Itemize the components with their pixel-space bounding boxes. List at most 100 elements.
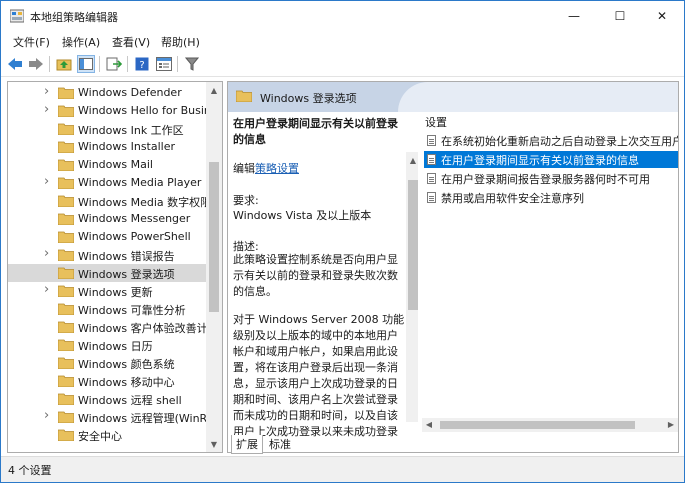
arrow-right-icon: [29, 58, 43, 70]
tree-item-label: Windows Installer: [78, 140, 176, 153]
tree-scroll-thumb[interactable]: [209, 162, 219, 312]
requirements-value: Windows Vista 及以上版本: [233, 209, 372, 222]
title-bar: 本地组策略编辑器 — ☐ ✕: [1, 1, 684, 31]
tree-scrollbar[interactable]: ▲ ▼: [206, 82, 222, 452]
menu-action[interactable]: 操作(A): [62, 34, 100, 50]
folder-icon: [58, 231, 74, 243]
tree-item[interactable]: Windows PowerShell: [8, 228, 206, 246]
tree-item[interactable]: Windows Mail: [8, 156, 206, 174]
minimize-button[interactable]: —: [552, 1, 596, 31]
svg-text:?: ?: [139, 60, 144, 71]
tree-item[interactable]: Windows Ink 工作区: [8, 120, 206, 138]
back-button[interactable]: [6, 55, 24, 73]
folder-up-icon: [56, 59, 72, 71]
chevron-right-icon[interactable]: ›: [44, 102, 49, 117]
tree-panel: › Windows Defender › Windows Hello for Busi…: [7, 81, 223, 453]
toolbar-separator: [177, 56, 178, 72]
edit-policy-line: 编辑策略设置: [233, 160, 299, 176]
folder-icon: [58, 177, 74, 189]
maximize-button[interactable]: ☐: [598, 1, 642, 31]
gpedit-app-icon: [10, 9, 24, 23]
status-bar: 4 个设置: [1, 456, 684, 482]
tree-item-label: Windows 远程 shell: [78, 394, 182, 407]
policy-setting-icon: [427, 154, 436, 165]
tree-item[interactable]: › Windows Defender: [8, 84, 206, 102]
tree-item[interactable]: Windows 可靠性分析: [8, 300, 206, 318]
settings-hscrollbar[interactable]: ◀ ▶: [422, 418, 678, 432]
policy-title: 在用户登录期间显示有关以前登录的信息: [233, 117, 398, 146]
settings-list: 设置 在系统初始化重新启动之后自动登录上次交互用户 在用户登录期间显示有关以前登录…: [422, 112, 678, 452]
tree-item[interactable]: Windows 移动中心: [8, 372, 206, 390]
forward-button[interactable]: [27, 55, 45, 73]
tree-item[interactable]: Windows 客户体验改善计划: [8, 318, 206, 336]
chevron-right-icon[interactable]: ›: [44, 246, 49, 261]
requirements-label: 要求:: [233, 194, 259, 207]
folder-icon: [58, 357, 74, 369]
tree-item[interactable]: Windows 日历: [8, 336, 206, 354]
tree-item-label: Windows Hello for Business: [78, 104, 206, 117]
show-tree-button[interactable]: [77, 55, 95, 73]
tree-item-label: Windows PowerShell: [78, 230, 191, 243]
setting-row[interactable]: 在系统初始化重新启动之后自动登录上次交互用户: [424, 132, 678, 149]
tree-item-label: Windows 日历: [78, 340, 153, 353]
folder-icon: [58, 429, 74, 441]
chevron-right-icon[interactable]: ›: [44, 174, 49, 189]
filter-button[interactable]: [183, 55, 201, 73]
description-scrollbar[interactable]: ▲: [406, 152, 418, 422]
tree-item[interactable]: Windows 登录选项: [8, 264, 206, 282]
tree-item[interactable]: Windows Media 数字权限管理: [8, 192, 206, 210]
menu-view[interactable]: 查看(V): [112, 34, 150, 50]
tree-item-label: Windows 可靠性分析: [78, 304, 186, 317]
scroll-left-arrow-icon[interactable]: ◀: [422, 417, 436, 431]
folder-icon: [58, 159, 74, 171]
scroll-up-arrow-icon[interactable]: ▲: [206, 82, 222, 98]
description-scroll-thumb[interactable]: [408, 180, 418, 310]
settings-column-header[interactable]: 设置: [425, 114, 447, 130]
folder-icon: [58, 267, 74, 279]
toolbar: ?: [1, 51, 684, 77]
tab-extended[interactable]: 扩展: [231, 435, 263, 454]
maximize-icon: ☐: [614, 9, 626, 23]
header-band-curve: [398, 82, 678, 112]
close-button[interactable]: ✕: [640, 1, 684, 31]
tab-standard[interactable]: 标准: [265, 435, 295, 453]
setting-row[interactable]: 禁用或启用软件安全注意序列: [424, 189, 678, 206]
export-list-button[interactable]: [105, 55, 123, 73]
view-tabs: 扩展 标准: [227, 435, 457, 454]
chevron-right-icon[interactable]: ›: [44, 408, 49, 423]
tree-item[interactable]: › Windows 错误报告: [8, 246, 206, 264]
chevron-right-icon[interactable]: ›: [44, 84, 49, 99]
help-button[interactable]: ?: [133, 55, 151, 73]
tree-item[interactable]: Windows Messenger: [8, 210, 206, 228]
scroll-up-arrow-icon[interactable]: ▲: [406, 152, 418, 168]
edit-policy-link[interactable]: 策略设置: [255, 162, 299, 175]
menu-file[interactable]: 文件(F): [13, 34, 50, 50]
folder-icon: [58, 123, 74, 135]
folder-icon: [58, 303, 74, 315]
tree-item[interactable]: 安全中心: [8, 426, 206, 444]
scroll-right-arrow-icon[interactable]: ▶: [664, 417, 678, 431]
details-header-title: Windows 登录选项: [260, 92, 357, 105]
tree-item[interactable]: › Windows Hello for Business: [8, 102, 206, 120]
tree-item[interactable]: Windows 远程 shell: [8, 390, 206, 408]
properties-button[interactable]: [155, 55, 173, 73]
description-text: 此策略设置控制系统是否向用户显示有关以前的登录和登录失败次数的信息。: [233, 253, 398, 298]
tree-item[interactable]: › Windows Media Player: [8, 174, 206, 192]
tree-item-label: Windows Messenger: [78, 212, 191, 225]
tree-item[interactable]: Windows Installer: [8, 138, 206, 156]
tree-pane-icon: [79, 58, 93, 70]
chevron-right-icon[interactable]: ›: [44, 282, 49, 297]
setting-row[interactable]: 在用户登录期间显示有关以前登录的信息: [424, 151, 678, 168]
tree-item-label: Windows 远程管理(WinRM): [78, 412, 206, 425]
menu-help[interactable]: 帮助(H): [161, 34, 200, 50]
folder-icon: [58, 87, 74, 99]
tree-item-label: Windows 更新: [78, 286, 153, 299]
up-level-button[interactable]: [55, 55, 73, 73]
setting-row[interactable]: 在用户登录期间报告登录服务器何时不可用: [424, 170, 678, 187]
scroll-down-arrow-icon[interactable]: ▼: [206, 436, 222, 452]
settings-hscroll-thumb[interactable]: [440, 421, 635, 429]
tree-item[interactable]: Windows 颜色系统: [8, 354, 206, 372]
tree-item-label: 安全中心: [78, 430, 122, 443]
tree-item[interactable]: › Windows 远程管理(WinRM): [8, 408, 206, 426]
tree-item[interactable]: › Windows 更新: [8, 282, 206, 300]
